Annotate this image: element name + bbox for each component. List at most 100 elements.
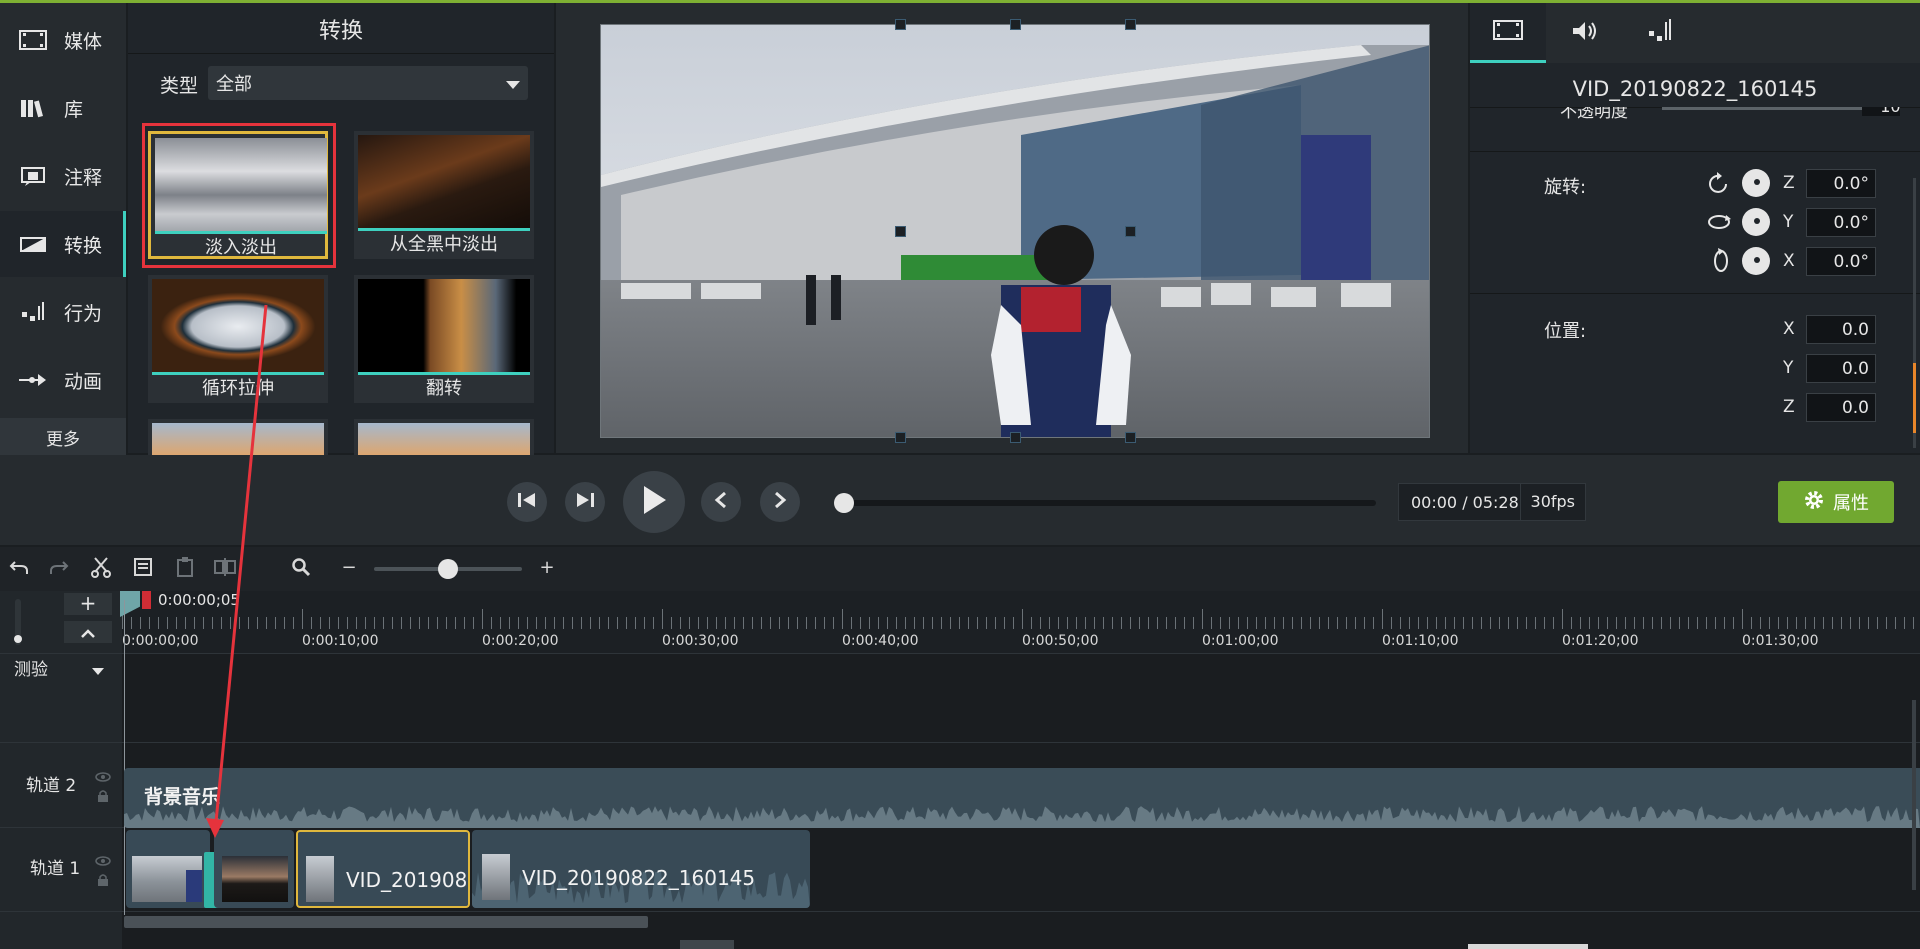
axis-label: Z xyxy=(1783,397,1795,417)
search-icon xyxy=(291,557,311,582)
eye-icon[interactable] xyxy=(95,851,111,870)
rotation-x-input[interactable]: 0.0° xyxy=(1806,247,1876,276)
zoom-slider-handle[interactable] xyxy=(438,559,458,579)
resize-handle[interactable] xyxy=(1010,19,1021,30)
rotate-z-icon xyxy=(1706,171,1732,201)
previous-clip-button[interactable] xyxy=(507,482,547,522)
rotation-y-knob[interactable] xyxy=(1742,208,1770,236)
video-preview[interactable] xyxy=(600,24,1430,438)
play-button[interactable] xyxy=(623,471,685,533)
split-button[interactable] xyxy=(212,557,238,581)
video-clip[interactable] xyxy=(214,830,294,908)
properties-button-label: 属性 xyxy=(1833,493,1869,514)
timeline-ruler[interactable]: 0:00:00;00 0:00:10;00 0:00:20;00 0:00:30… xyxy=(120,591,1920,653)
paste-button[interactable] xyxy=(172,556,198,581)
playback-scrubber[interactable] xyxy=(838,500,1376,506)
tab-behavior-properties[interactable] xyxy=(1622,3,1698,63)
video-clip[interactable]: VID_20190822_160145 xyxy=(472,830,810,908)
rail-item-annotations[interactable]: 注释 xyxy=(0,143,126,209)
lock-icon[interactable] xyxy=(97,871,109,890)
opacity-input[interactable]: 100% xyxy=(1862,107,1900,116)
rail-item-library[interactable]: 库 xyxy=(0,75,126,141)
eye-icon[interactable] xyxy=(95,767,111,786)
resize-handle[interactable] xyxy=(895,226,906,237)
track-divider xyxy=(0,653,1920,654)
next-frame-button[interactable] xyxy=(760,482,800,522)
video-clip[interactable] xyxy=(126,830,210,908)
selected-video-clip[interactable]: VID_201908 xyxy=(296,830,470,908)
playhead-end-marker[interactable] xyxy=(142,591,151,609)
preview-frame-image xyxy=(601,25,1429,437)
undo-button[interactable] xyxy=(6,557,32,581)
thumbnail-image xyxy=(358,135,530,230)
rotation-y-input[interactable]: 0.0° xyxy=(1806,208,1876,237)
rail-item-transitions[interactable]: 转换 xyxy=(0,211,126,277)
transition-fade-from-black[interactable]: 从全黑中淡出 xyxy=(354,131,534,259)
zoom-search-button[interactable] xyxy=(288,557,314,581)
annotation-icon xyxy=(18,164,48,188)
more-button[interactable]: 更多 xyxy=(0,418,126,456)
marker-track-label: 测验 xyxy=(14,660,48,680)
audio-waveform xyxy=(124,806,1920,828)
tab-audio-properties[interactable] xyxy=(1546,3,1622,63)
tick-label: 0:00:40;00 xyxy=(842,633,919,649)
properties-scroll-thumb[interactable] xyxy=(1913,363,1916,433)
redo-button[interactable] xyxy=(46,557,72,581)
chevron-right-icon xyxy=(773,491,787,513)
resize-handle[interactable] xyxy=(895,19,906,30)
clip-thumbnail-person xyxy=(186,870,202,902)
resize-handle[interactable] xyxy=(895,432,906,443)
add-track-button[interactable]: + xyxy=(64,593,112,615)
resize-handle[interactable] xyxy=(1125,226,1136,237)
position-label: 位置: xyxy=(1544,321,1587,342)
type-dropdown[interactable]: 全部 xyxy=(208,66,528,100)
collapse-button[interactable] xyxy=(64,621,112,643)
transition-icon xyxy=(18,232,48,256)
timeline-scrollbar[interactable] xyxy=(124,916,648,928)
scrubber-handle[interactable] xyxy=(834,493,854,513)
rail-item-behaviors[interactable]: 行为 xyxy=(0,279,126,345)
tab-video-properties[interactable] xyxy=(1470,3,1546,63)
playback-bar: 00:00 / 05:28 30fps 属性 xyxy=(0,455,1920,545)
rotation-x-knob[interactable] xyxy=(1742,247,1770,275)
properties-tabs xyxy=(1470,3,1920,63)
axis-label: X xyxy=(1783,251,1795,271)
chevron-down-icon[interactable] xyxy=(92,660,104,679)
rotation-z-knob[interactable] xyxy=(1742,169,1770,197)
lock-icon[interactable] xyxy=(97,787,109,806)
zoom-in-button[interactable]: + xyxy=(534,555,560,579)
transition-flip[interactable]: 翻转 xyxy=(354,275,534,403)
rotation-z-input[interactable]: 0.0° xyxy=(1806,169,1876,198)
transition-item[interactable] xyxy=(148,419,328,455)
play-icon xyxy=(640,484,668,520)
position-y-input[interactable]: 0.0 xyxy=(1806,354,1876,383)
transition-item[interactable] xyxy=(354,419,534,455)
rail-item-media[interactable]: 媒体 xyxy=(0,7,126,73)
library-icon xyxy=(18,96,48,120)
chevron-down-icon xyxy=(506,73,520,94)
position-z-input[interactable]: 0.0 xyxy=(1806,393,1876,422)
position-x-input[interactable]: 0.0 xyxy=(1806,315,1876,344)
resize-handle[interactable] xyxy=(1125,432,1136,443)
properties-button[interactable]: 属性 xyxy=(1778,481,1894,523)
transition-loop-stretch[interactable]: 循环拉伸 xyxy=(148,275,328,403)
previous-frame-button[interactable] xyxy=(701,482,741,522)
divider xyxy=(128,53,554,54)
opacity-slider[interactable] xyxy=(1662,107,1862,110)
background-music-clip[interactable]: 背景音乐 xyxy=(124,768,1920,828)
tick-label: 0:00:10;00 xyxy=(302,633,379,649)
track-height-handle[interactable] xyxy=(14,635,22,643)
resize-handle[interactable] xyxy=(1125,19,1136,30)
timeline-vertical-scrollbar[interactable] xyxy=(1912,700,1916,890)
rotate-x-icon xyxy=(1710,247,1732,279)
bottom-edge-element xyxy=(1468,944,1588,949)
thumbnail-image xyxy=(152,423,324,455)
cut-button[interactable] xyxy=(88,556,114,581)
zoom-out-button[interactable]: − xyxy=(336,555,362,579)
copy-button[interactable] xyxy=(130,557,156,581)
resize-handle[interactable] xyxy=(1010,432,1021,443)
rail-item-animations[interactable]: 动画 xyxy=(0,347,126,413)
next-clip-button[interactable] xyxy=(565,482,605,522)
tool-rail: 媒体 库 注释 转换 行为 动画 更多 xyxy=(0,3,126,456)
bottom-scroll-handle[interactable] xyxy=(680,940,734,949)
